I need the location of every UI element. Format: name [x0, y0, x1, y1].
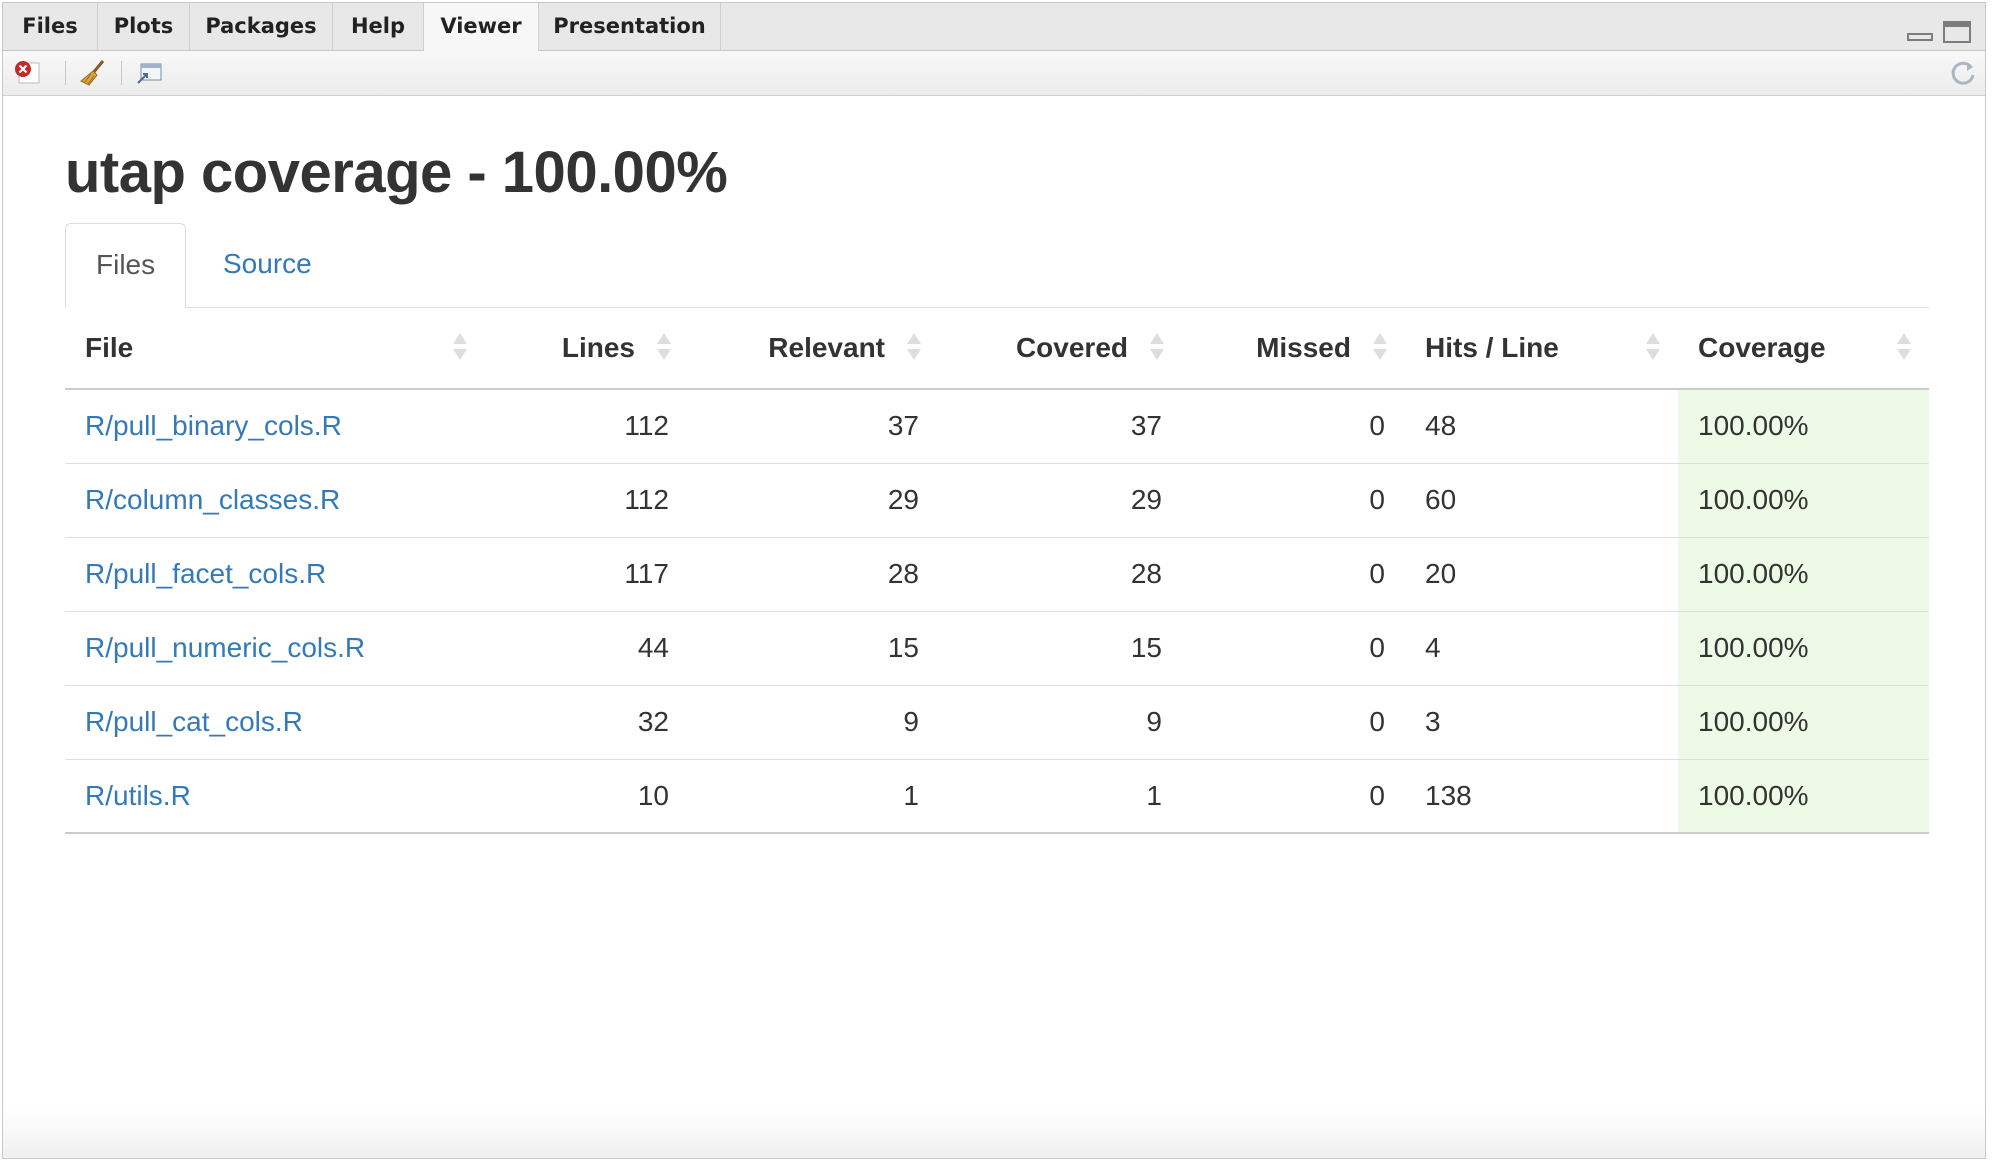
sort-icon[interactable]	[1646, 333, 1660, 363]
hits-cell: 3	[1405, 685, 1678, 760]
relevant-cell: 37	[689, 389, 939, 464]
column-header-label: Covered	[1015, 331, 1128, 363]
pane-tab-bar: Files Plots Packages Help Viewer Present…	[3, 3, 1985, 51]
covered-cell: 15	[939, 611, 1182, 686]
lines-cell: 44	[501, 611, 689, 686]
column-header-relevant[interactable]: Relevant	[689, 307, 939, 390]
minimize-icon[interactable]	[1907, 33, 1933, 41]
pane-footer	[3, 1108, 1985, 1158]
missed-cell: 0	[1182, 389, 1405, 464]
report-tabs: Files Source	[65, 223, 1929, 308]
sort-icon[interactable]	[1150, 333, 1164, 363]
lines-cell: 10	[501, 759, 689, 834]
column-header-missed[interactable]: Missed	[1182, 307, 1405, 390]
table-row: R/pull_facet_cols.R 117 28 28 0 20 100.0…	[65, 537, 1929, 612]
covered-cell: 28	[939, 537, 1182, 612]
column-header-label: Hits / Line	[1425, 331, 1559, 363]
hits-cell: 48	[1405, 389, 1678, 464]
table-row: R/pull_cat_cols.R 32 9 9 0 3 100.00%	[65, 685, 1929, 760]
lines-cell: 32	[501, 685, 689, 760]
sort-icon[interactable]	[907, 333, 921, 363]
sort-icon[interactable]	[1373, 333, 1387, 363]
tab-files[interactable]: Files	[65, 223, 187, 308]
file-cell: R/pull_numeric_cols.R	[65, 611, 501, 686]
viewer-pane: Files Plots Packages Help Viewer Present…	[2, 2, 1986, 1159]
pane-tab-packages[interactable]: Packages	[190, 3, 333, 50]
missed-cell: 0	[1182, 611, 1405, 686]
pane-tab-help[interactable]: Help	[333, 3, 424, 50]
column-header-covered[interactable]: Covered	[939, 307, 1182, 390]
file-cell: R/column_classes.R	[65, 463, 501, 538]
file-link[interactable]: R/pull_binary_cols.R	[85, 410, 342, 441]
popout-icon[interactable]	[135, 59, 165, 87]
coverage-cell: 100.00%	[1678, 611, 1929, 686]
column-header-coverage[interactable]: Coverage	[1678, 307, 1929, 390]
pane-tab-files[interactable]: Files	[3, 3, 98, 50]
relevant-cell: 29	[689, 463, 939, 538]
maximize-icon[interactable]	[1943, 21, 1971, 43]
coverage-cell: 100.00%	[1678, 537, 1929, 612]
missed-cell: 0	[1182, 759, 1405, 834]
pane-tab-presentation[interactable]: Presentation	[539, 3, 721, 50]
lines-cell: 112	[501, 463, 689, 538]
relevant-cell: 1	[689, 759, 939, 834]
file-link[interactable]: R/column_classes.R	[85, 484, 340, 515]
coverage-cell: 100.00%	[1678, 389, 1929, 464]
sort-icon[interactable]	[1897, 333, 1911, 363]
viewer-toolbar	[3, 51, 1985, 96]
column-header-file[interactable]: File	[65, 307, 501, 390]
file-link[interactable]: R/utils.R	[85, 780, 191, 811]
missed-cell: 0	[1182, 685, 1405, 760]
pane-tab-viewer[interactable]: Viewer	[424, 3, 539, 51]
tab-source[interactable]: Source	[193, 223, 342, 307]
table-row: R/pull_binary_cols.R 112 37 37 0 48 100.…	[65, 389, 1929, 464]
file-cell: R/pull_binary_cols.R	[65, 389, 501, 464]
relevant-cell: 28	[689, 537, 939, 612]
covered-cell: 1	[939, 759, 1182, 834]
refresh-icon[interactable]	[1949, 59, 1979, 87]
broom-icon[interactable]	[79, 59, 109, 87]
relevant-cell: 15	[689, 611, 939, 686]
coverage-cell: 100.00%	[1678, 463, 1929, 538]
covered-cell: 9	[939, 685, 1182, 760]
hits-cell: 4	[1405, 611, 1678, 686]
coverage-cell: 100.00%	[1678, 759, 1929, 834]
missed-cell: 0	[1182, 463, 1405, 538]
column-header-hits-per-line[interactable]: Hits / Line	[1405, 307, 1678, 390]
hits-cell: 60	[1405, 463, 1678, 538]
remove-icon[interactable]	[13, 59, 43, 87]
file-link[interactable]: R/pull_numeric_cols.R	[85, 632, 365, 663]
sort-icon[interactable]	[453, 333, 467, 363]
lines-cell: 117	[501, 537, 689, 612]
file-cell: R/utils.R	[65, 759, 501, 834]
lines-cell: 112	[501, 389, 689, 464]
sort-icon[interactable]	[657, 333, 671, 363]
column-header-label: Coverage	[1698, 331, 1826, 363]
relevant-cell: 9	[689, 685, 939, 760]
table-header-row: File Lines Relevant Covered Missed Hits …	[65, 307, 1929, 390]
hits-cell: 138	[1405, 759, 1678, 834]
coverage-cell: 100.00%	[1678, 685, 1929, 760]
file-cell: R/pull_facet_cols.R	[65, 537, 501, 612]
covered-cell: 29	[939, 463, 1182, 538]
column-header-label: File	[85, 331, 134, 363]
table-row: R/column_classes.R 112 29 29 0 60 100.00…	[65, 463, 1929, 538]
missed-cell: 0	[1182, 537, 1405, 612]
file-cell: R/pull_cat_cols.R	[65, 685, 501, 760]
table-row: R/utils.R 10 1 1 0 138 100.00%	[65, 759, 1929, 834]
covered-cell: 37	[939, 389, 1182, 464]
file-link[interactable]: R/pull_cat_cols.R	[85, 706, 303, 737]
column-header-label: Relevant	[768, 331, 885, 363]
column-header-label: Missed	[1256, 331, 1351, 363]
file-link[interactable]: R/pull_facet_cols.R	[85, 558, 326, 589]
column-header-lines[interactable]: Lines	[501, 307, 689, 390]
page-title: utap coverage - 100.00%	[65, 140, 728, 205]
column-header-label: Lines	[561, 331, 635, 363]
coverage-table: File Lines Relevant Covered Missed Hits …	[65, 307, 1929, 834]
table-row: R/pull_numeric_cols.R 44 15 15 0 4 100.0…	[65, 611, 1929, 686]
hits-cell: 20	[1405, 537, 1678, 612]
pane-tab-plots[interactable]: Plots	[98, 3, 190, 50]
